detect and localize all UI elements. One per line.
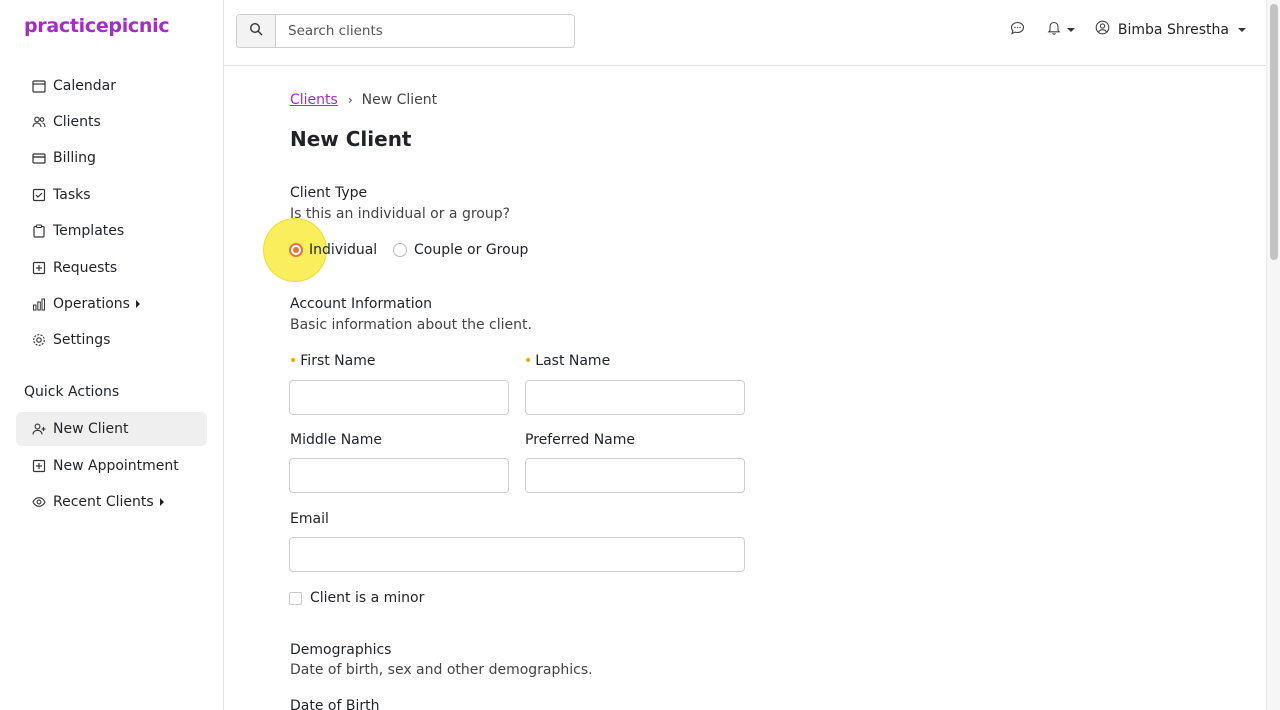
sidebar-item-label: Recent Clients (53, 494, 154, 510)
clipboard-icon (32, 224, 46, 238)
sidebar-item-new-client[interactable]: New Client (16, 412, 207, 446)
sidebar-item-label: Settings (53, 332, 111, 348)
top-actions: Bimba Shrestha (1010, 20, 1246, 39)
sidebar-item-new-appointment[interactable]: New Appointment (16, 449, 207, 483)
dob-label: Date of Birth (290, 698, 380, 710)
sidebar-item-requests[interactable]: Requests (16, 251, 207, 285)
user-menu-dropdown[interactable]: Bimba Shrestha (1095, 20, 1246, 39)
first-name-label: • First Name (289, 353, 376, 369)
breadcrumb-link-clients[interactable]: Clients (290, 92, 338, 108)
account-info-description: Basic information about the client. (290, 317, 532, 333)
messages-button[interactable] (1010, 21, 1025, 39)
radio-couple-or-group[interactable]: Couple or Group (393, 242, 528, 258)
page-scrollbar[interactable] (1266, 0, 1280, 710)
demographics-description: Date of birth, sex and other demographic… (290, 662, 593, 678)
sidebar-item-clients[interactable]: Clients (16, 105, 207, 139)
sidebar-item-billing[interactable]: Billing (16, 141, 207, 175)
users-icon (32, 115, 46, 129)
chevron-down-icon (1066, 27, 1075, 32)
last-name-input[interactable] (525, 380, 745, 415)
sidebar-item-settings[interactable]: Settings (16, 323, 207, 357)
radio-button-selected[interactable] (289, 243, 303, 257)
sidebar-item-label: New Client (53, 421, 129, 437)
last-name-label: • Last Name (524, 353, 611, 369)
sidebar: practicepicnic Calendar Clients Billing … (0, 0, 224, 710)
sidebar-item-templates[interactable]: Templates (16, 214, 207, 248)
middle-name-input[interactable] (289, 458, 509, 493)
search-input[interactable] (276, 15, 574, 47)
search-icon (249, 22, 263, 40)
chat-bubble-icon (1010, 21, 1025, 39)
bar-chart-icon (32, 297, 46, 311)
bell-icon (1047, 20, 1061, 39)
chevron-down-icon (1238, 27, 1246, 32)
gear-icon (32, 333, 46, 347)
user-name: Bimba Shrestha (1117, 21, 1229, 38)
minor-checkbox-row[interactable]: Client is a minor (289, 590, 424, 606)
checkbox-icon (32, 188, 46, 202)
page-title: New Client (290, 127, 412, 151)
scrollbar-thumb[interactable] (1270, 4, 1278, 260)
caret-right-icon (159, 498, 164, 506)
credit-card-icon (32, 151, 46, 165)
email-input[interactable] (289, 537, 745, 572)
eye-icon (32, 495, 46, 509)
radio-button[interactable] (393, 243, 407, 257)
breadcrumb-current: New Client (361, 92, 438, 108)
quick-actions-title: Quick Actions (24, 384, 120, 400)
plus-square-icon (32, 459, 46, 473)
user-circle-icon (1095, 20, 1110, 39)
preferred-name-input[interactable] (525, 458, 745, 493)
middle-name-label: Middle Name (290, 432, 382, 448)
breadcrumb-separator: › (347, 93, 353, 107)
sidebar-item-label: Templates (53, 223, 125, 239)
user-plus-icon (32, 422, 46, 436)
minor-checkbox[interactable] (289, 591, 302, 605)
sidebar-item-label: Requests (53, 260, 118, 276)
sidebar-item-recent-clients[interactable]: Recent Clients (16, 485, 207, 519)
sidebar-item-tasks[interactable]: Tasks (16, 178, 207, 212)
caret-right-icon (135, 300, 140, 308)
demographics-heading: Demographics (290, 642, 392, 658)
radio-label: Couple or Group (414, 242, 529, 258)
client-type-description: Is this an individual or a group? (290, 206, 511, 222)
sidebar-item-label: Clients (53, 114, 101, 130)
app-logo[interactable]: practicepicnic (24, 15, 170, 37)
breadcrumb: Clients › New Client (290, 92, 437, 108)
required-marker: • (289, 353, 298, 369)
client-type-heading: Client Type (290, 185, 368, 201)
sidebar-item-label: Calendar (53, 78, 116, 94)
sidebar-item-operations[interactable]: Operations (16, 287, 207, 321)
notifications-dropdown[interactable] (1047, 20, 1075, 39)
first-name-input[interactable] (289, 380, 509, 415)
required-marker: • (524, 353, 533, 369)
sidebar-item-label: Operations (53, 296, 130, 312)
preferred-name-label: Preferred Name (525, 432, 636, 448)
plus-square-icon (32, 261, 46, 275)
calendar-icon (32, 79, 46, 93)
radio-individual[interactable]: Individual (289, 242, 377, 258)
sidebar-item-label: Billing (53, 150, 96, 166)
sidebar-item-label: New Appointment (53, 458, 179, 474)
sidebar-item-label: Tasks (53, 187, 91, 203)
email-label: Email (290, 511, 329, 527)
account-info-heading: Account Information (290, 296, 433, 312)
top-bar: Bimba Shrestha (224, 0, 1266, 66)
minor-checkbox-label: Client is a minor (310, 590, 425, 606)
search-button[interactable] (237, 15, 276, 47)
sidebar-item-calendar[interactable]: Calendar (16, 69, 207, 103)
search-box (236, 14, 575, 48)
radio-label: Individual (309, 242, 378, 258)
